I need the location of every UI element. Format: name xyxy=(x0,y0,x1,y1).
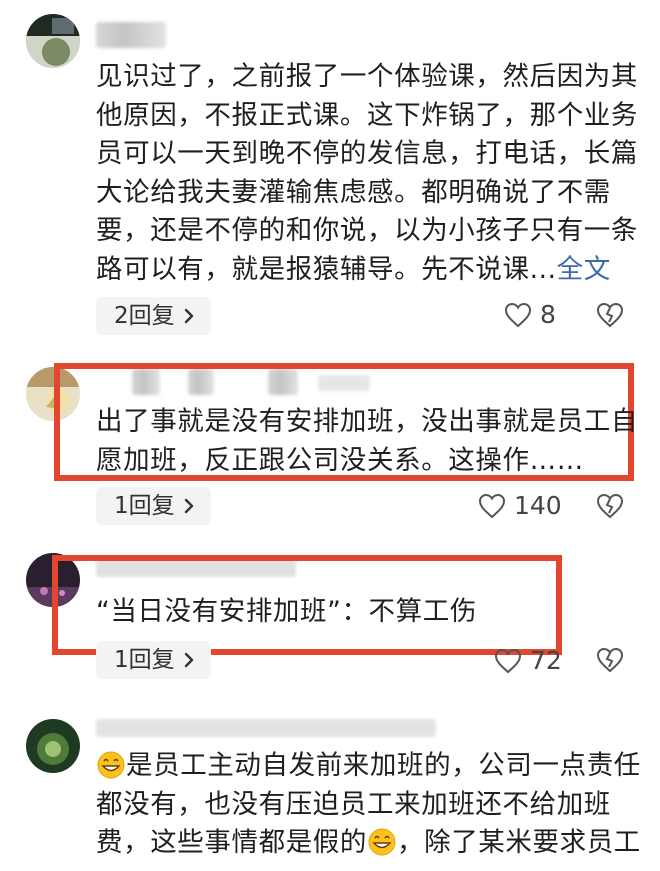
dislike-button[interactable] xyxy=(596,647,624,677)
chevron-right-icon xyxy=(184,652,193,668)
like-count: 140 xyxy=(514,491,562,520)
comment-2: 出了事就是没有安排加班，没出事就是员工自愿加班，反正跟公司没关系。这操作…… 1… xyxy=(0,345,660,545)
broken-heart-icon xyxy=(596,647,624,673)
comment-body: “当日没有安排加班”：不算工伤 xyxy=(96,596,477,627)
like-count: 8 xyxy=(540,300,556,329)
comment-body: 出了事就是没有安排加班，没出事就是员工自愿加班，反正跟公司没关系。这操作…… xyxy=(96,406,638,476)
heart-icon xyxy=(494,648,522,673)
comment-4: 是员工主动自发前来加班的，公司一点责任都没有，也没有压迫员工来加班还不给加班费，… xyxy=(0,705,660,871)
reply-count-button[interactable]: 1回复 xyxy=(96,641,211,679)
reply-count-label: 1回复 xyxy=(114,493,175,519)
chevron-right-icon xyxy=(184,498,193,514)
broken-heart-icon xyxy=(596,493,624,519)
reply-count-button[interactable]: 2回复 xyxy=(96,297,211,335)
like-count: 72 xyxy=(530,646,562,675)
avatar-image xyxy=(26,14,80,68)
username-blurred xyxy=(96,719,436,737)
like-button[interactable]: 72 xyxy=(494,646,562,675)
chevron-right-icon xyxy=(184,308,193,324)
reply-count-label: 2回复 xyxy=(114,303,175,329)
like-button[interactable]: 8 xyxy=(504,300,556,329)
grinning-face-icon xyxy=(368,828,396,856)
comment-1: 见识过了，之前报了一个体验课，然后因为其他原因，不报正式课。这下炸锅了，那个业务… xyxy=(0,0,660,345)
heart-icon xyxy=(478,493,506,518)
comment-body: 见识过了，之前报了一个体验课，然后因为其他原因，不报正式课。这下炸锅了，那个业务… xyxy=(96,61,638,285)
avatar-image xyxy=(26,719,80,773)
broken-heart-icon xyxy=(596,302,624,328)
reply-count-button[interactable]: 1回复 xyxy=(96,487,211,525)
comment-3: “当日没有安排加班”：不算工伤 1回复 72 xyxy=(0,545,660,705)
heart-icon xyxy=(504,302,532,327)
avatar[interactable] xyxy=(26,14,80,68)
comment-body: 是员工主动自发前来加班的，公司一点责任都没有，也没有压迫员工来加班还不给加班费，… xyxy=(96,750,641,858)
expand-full-text-link[interactable]: 全文 xyxy=(557,254,611,285)
dislike-button[interactable] xyxy=(596,302,624,332)
like-button[interactable]: 140 xyxy=(478,491,562,520)
grinning-face-icon xyxy=(97,751,125,779)
dislike-button[interactable] xyxy=(596,493,624,523)
username-blurred xyxy=(96,22,166,48)
reply-count-label: 1回复 xyxy=(114,647,175,673)
avatar[interactable] xyxy=(26,719,80,773)
